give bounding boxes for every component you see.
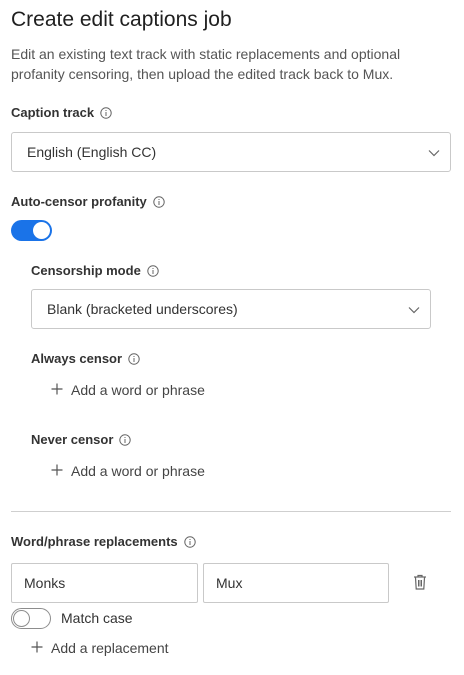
never-censor-label: Never censor (31, 432, 114, 447)
replacement-find-input[interactable] (11, 563, 198, 603)
censorship-mode-label-row: Censorship mode (31, 263, 159, 278)
match-case-label: Match case (61, 610, 133, 626)
always-censor-label-row: Always censor (31, 351, 140, 366)
replacements-label: Word/phrase replacements (11, 534, 178, 549)
match-case-toggle[interactable] (11, 608, 51, 629)
toggle-knob (13, 610, 30, 627)
auto-censor-label: Auto-censor profanity (11, 194, 147, 209)
never-censor-add-button[interactable]: Add a word or phrase (51, 463, 205, 479)
replacements-label-row: Word/phrase replacements (11, 534, 196, 549)
trash-icon[interactable] (413, 574, 427, 595)
caption-track-label: Caption track (11, 105, 95, 120)
never-censor-add-label: Add a word or phrase (71, 463, 205, 479)
auto-censor-label-row: Auto-censor profanity (11, 194, 165, 209)
info-icon[interactable] (183, 535, 196, 548)
plus-icon (51, 382, 63, 398)
info-icon[interactable] (119, 433, 132, 446)
plus-icon (51, 463, 63, 479)
chevron-down-icon (408, 301, 420, 317)
section-divider (11, 511, 451, 512)
censorship-mode-select[interactable]: Blank (bracketed underscores) (31, 289, 431, 329)
caption-track-value: English (English CC) (27, 144, 157, 160)
info-icon[interactable] (153, 195, 165, 208)
caption-track-label-row: Caption track (11, 105, 112, 120)
page-title: Create edit captions job (11, 8, 232, 31)
chevron-down-icon (428, 144, 440, 160)
add-replacement-button[interactable]: Add a replacement (31, 640, 169, 656)
censorship-mode-label: Censorship mode (31, 263, 141, 278)
info-icon[interactable] (128, 352, 140, 365)
info-icon[interactable] (100, 106, 112, 119)
add-replacement-label: Add a replacement (51, 640, 169, 656)
always-censor-label: Always censor (31, 351, 123, 366)
info-icon[interactable] (147, 264, 159, 277)
plus-icon (31, 640, 43, 656)
always-censor-add-button[interactable]: Add a word or phrase (51, 382, 205, 398)
always-censor-add-label: Add a word or phrase (71, 382, 205, 398)
never-censor-label-row: Never censor (31, 432, 132, 447)
toggle-knob (33, 222, 50, 239)
replacement-replace-input[interactable] (203, 563, 389, 603)
page-description: Edit an existing text track with static … (11, 46, 401, 82)
censorship-mode-value: Blank (bracketed underscores) (47, 301, 238, 317)
auto-censor-toggle[interactable] (11, 220, 52, 241)
caption-track-select[interactable]: English (English CC) (11, 132, 451, 172)
